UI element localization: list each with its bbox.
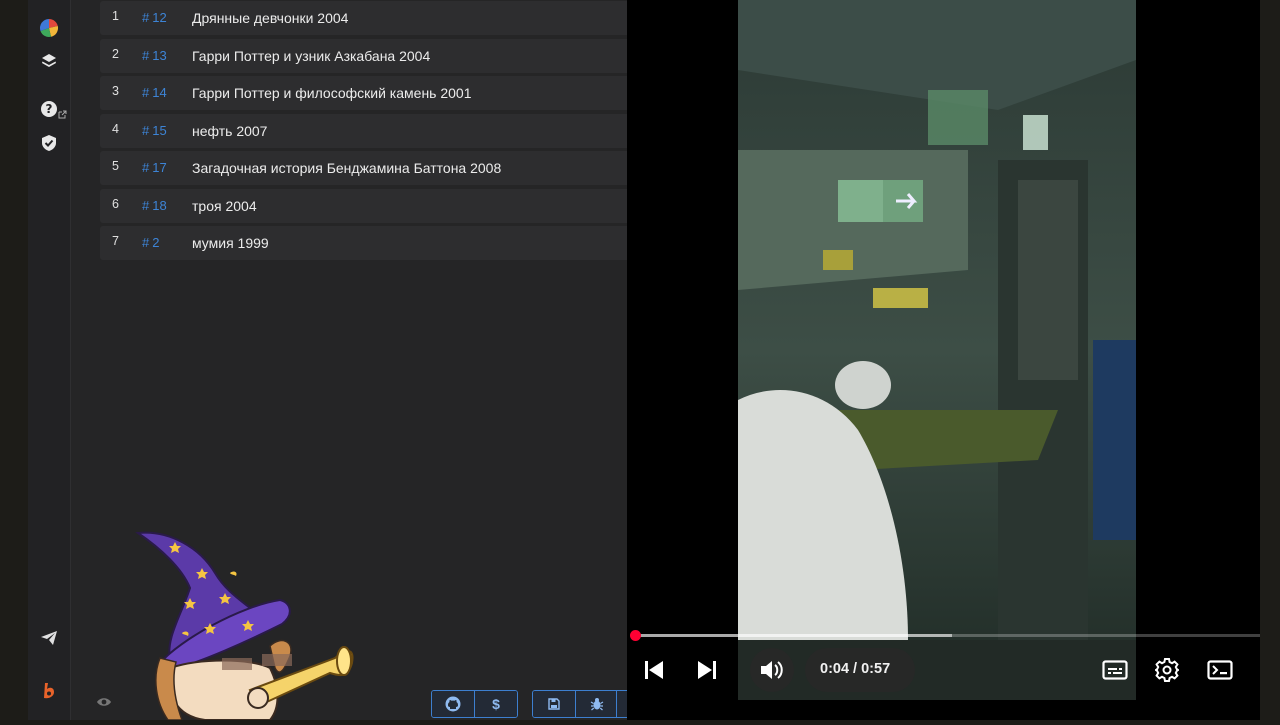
subtitles-button[interactable]: [1100, 655, 1130, 685]
time-display: 0:04 / 0:57: [820, 661, 891, 677]
eye-icon[interactable]: [96, 695, 112, 714]
movie-list: 1 #12 Дрянные девчонки 2004 2 #13 Гарри …: [100, 0, 627, 264]
layers-icon[interactable]: [37, 49, 61, 73]
row-title: Дрянные девчонки 2004: [192, 10, 349, 26]
list-item[interactable]: 7 #2 мумия 1999: [100, 226, 627, 260]
subtitles-icon: [1102, 660, 1128, 680]
row-title: троя 2004: [192, 197, 257, 214]
volume-icon: [761, 661, 783, 679]
shield-check-icon[interactable]: [37, 131, 61, 155]
settings-icon: [1155, 658, 1179, 682]
list-item[interactable]: 6 #18 троя 2004: [100, 188, 627, 223]
skip-previous-icon: [645, 661, 663, 679]
row-title: Гарри Поттер и философский камень 2001: [192, 85, 472, 101]
send-icon[interactable]: [37, 626, 61, 650]
save-icon: [548, 698, 560, 710]
row-title: Загадочная история Бенджамина Баттона 20…: [192, 160, 502, 176]
bug-icon: [590, 698, 604, 711]
progress-buffered: [631, 634, 952, 637]
skip-next-button[interactable]: [692, 654, 722, 686]
video-frame[interactable]: [738, 0, 1136, 700]
miniplayer-icon: [1207, 660, 1233, 680]
toolbar-group-actions: [532, 690, 619, 718]
list-item[interactable]: 1 #12 Дрянные девчонки 2004: [100, 1, 627, 35]
row-number: 2: [112, 46, 119, 61]
row-tag[interactable]: #18: [142, 198, 167, 213]
github-icon: [445, 696, 461, 712]
row-tag[interactable]: #14: [142, 85, 167, 100]
list-item[interactable]: 3 #14 Гарри Поттер и философский камень …: [100, 76, 627, 110]
row-title: нефть 2007: [192, 122, 268, 139]
progress-scrubber[interactable]: [629, 630, 641, 641]
row-tag[interactable]: #17: [142, 160, 167, 175]
github-button[interactable]: [432, 691, 474, 717]
bug-report-button[interactable]: [575, 691, 618, 717]
wizard-emote: [130, 528, 360, 721]
video-player[interactable]: 0:04 / 0:57: [627, 0, 1260, 720]
row-number: 6: [112, 196, 119, 211]
row-number: 1: [112, 9, 119, 23]
toolbar-group-links: $: [431, 690, 518, 718]
brand-icon[interactable]: [37, 679, 61, 703]
list-item[interactable]: 5 #17 Загадочная история Бенджамина Батт…: [100, 151, 627, 185]
skip-previous-button[interactable]: [639, 654, 669, 686]
row-number: 7: [112, 234, 119, 248]
row-title: Гарри Поттер и узник Азкабана 2004: [192, 47, 431, 64]
miniplayer-button[interactable]: [1205, 655, 1235, 685]
row-number: 4: [112, 121, 119, 136]
row-tag[interactable]: #12: [142, 10, 167, 25]
external-link-icon: [57, 109, 67, 119]
row-number: 3: [112, 84, 119, 98]
right-frame: [1260, 0, 1280, 720]
row-tag[interactable]: #2: [142, 235, 159, 250]
row-number: 5: [112, 159, 119, 173]
icon-sidebar: ?: [28, 0, 71, 720]
row-tag[interactable]: #13: [142, 48, 167, 63]
list-item[interactable]: 2 #13 Гарри Поттер и узник Азкабана 2004: [100, 38, 627, 73]
donate-button[interactable]: $: [474, 691, 517, 717]
volume-button[interactable]: [757, 654, 787, 686]
row-tag[interactable]: #15: [142, 123, 167, 138]
left-frame: [0, 0, 28, 720]
chart-pie-icon[interactable]: [37, 16, 61, 40]
list-item[interactable]: 4 #15 нефть 2007: [100, 113, 627, 148]
skip-next-icon: [698, 661, 716, 679]
settings-button[interactable]: [1152, 655, 1182, 685]
save-button[interactable]: [533, 691, 575, 717]
row-title: мумия 1999: [192, 235, 269, 251]
svg-text:?: ?: [46, 102, 53, 116]
